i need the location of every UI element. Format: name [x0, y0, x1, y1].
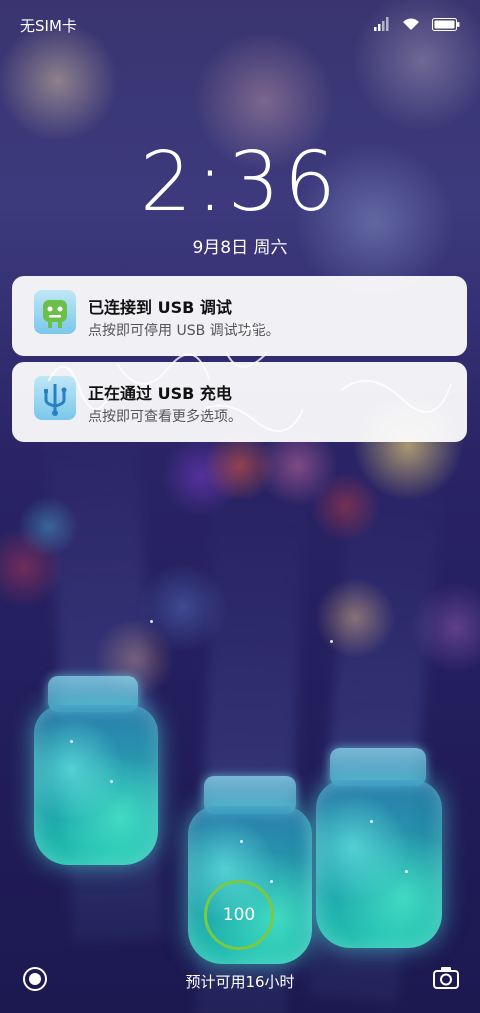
usb-debug-icon	[34, 290, 76, 334]
glowing-jar	[316, 780, 442, 948]
battery-level: 100	[222, 905, 256, 925]
carrier-label: 无SIM卡	[20, 17, 77, 35]
sparkle	[330, 640, 333, 643]
control-center-icon[interactable]	[22, 966, 48, 992]
sparkle	[70, 740, 73, 743]
sparkle	[405, 870, 408, 873]
lockscreen-clock: 2:36	[139, 135, 341, 230]
glowing-jar	[34, 705, 158, 865]
status-bar: 无SIM卡	[0, 0, 480, 50]
camera-icon[interactable]	[433, 966, 459, 990]
status-icons	[374, 16, 460, 35]
sparkle	[370, 820, 373, 823]
sparkle	[270, 880, 273, 883]
sparkle	[150, 620, 153, 623]
signal-icon	[374, 16, 390, 35]
wifi-icon	[402, 16, 420, 35]
battery-icon	[432, 16, 460, 35]
notification-title: 已连接到 USB 调试	[88, 298, 232, 317]
lockscreen-date: 9月8日 周六	[192, 238, 288, 258]
battery-estimate: 预计可用16小时	[185, 973, 295, 991]
sparkle	[240, 840, 243, 843]
sparkle	[110, 780, 113, 783]
